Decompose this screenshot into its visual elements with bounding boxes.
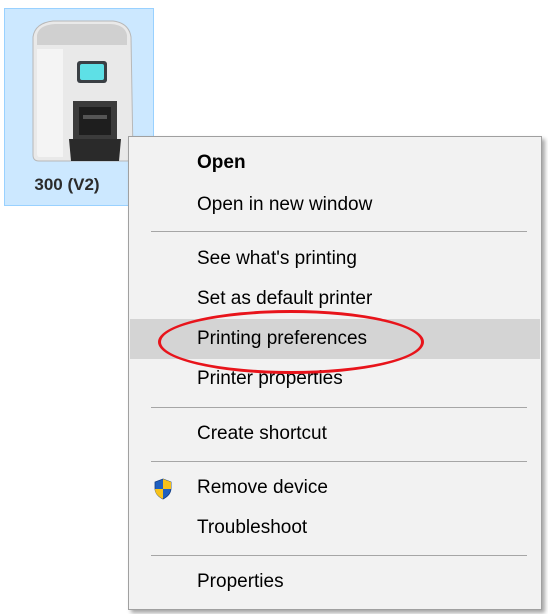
menu-item-open-in-new-window[interactable]: Open in new window: [130, 185, 540, 225]
menu-item-see-whats-printing[interactable]: See what's printing: [130, 239, 540, 279]
menu-item-create-shortcut[interactable]: Create shortcut: [130, 414, 540, 454]
menu-separator: [151, 407, 527, 408]
menu-item-troubleshoot[interactable]: Troubleshoot: [130, 508, 540, 548]
screenshot-stage: 300 (V2) Open Open in new window See wha…: [0, 0, 548, 614]
uac-shield-icon: [154, 478, 172, 500]
menu-item-label: See what's printing: [197, 248, 357, 269]
menu-item-label: Open: [197, 152, 246, 173]
menu-item-open[interactable]: Open: [130, 143, 540, 183]
menu-item-label: Remove device: [197, 477, 328, 498]
menu-item-label: Set as default printer: [197, 288, 373, 309]
context-menu: Open Open in new window See what's print…: [128, 136, 542, 610]
menu-separator: [151, 461, 527, 462]
menu-item-label: Printing preferences: [197, 328, 368, 349]
printer-name-label: 300 (V2): [34, 175, 100, 194]
card-printer-icon: [32, 20, 134, 162]
menu-item-printing-preferences[interactable]: Printing preferences: [130, 319, 540, 359]
menu-separator: [151, 231, 527, 232]
menu-item-label: Open in new window: [197, 194, 373, 215]
menu-item-label: Troubleshoot: [197, 517, 308, 538]
menu-item-label: Properties: [197, 571, 284, 592]
menu-item-label: Printer properties: [197, 368, 343, 389]
menu-item-set-as-default-printer[interactable]: Set as default printer: [130, 279, 540, 319]
menu-item-label: Create shortcut: [197, 423, 327, 444]
menu-item-printer-properties[interactable]: Printer properties: [130, 359, 540, 399]
menu-item-properties[interactable]: Properties: [130, 562, 540, 602]
menu-separator: [151, 555, 527, 556]
menu-item-remove-device[interactable]: Remove device: [130, 468, 540, 508]
